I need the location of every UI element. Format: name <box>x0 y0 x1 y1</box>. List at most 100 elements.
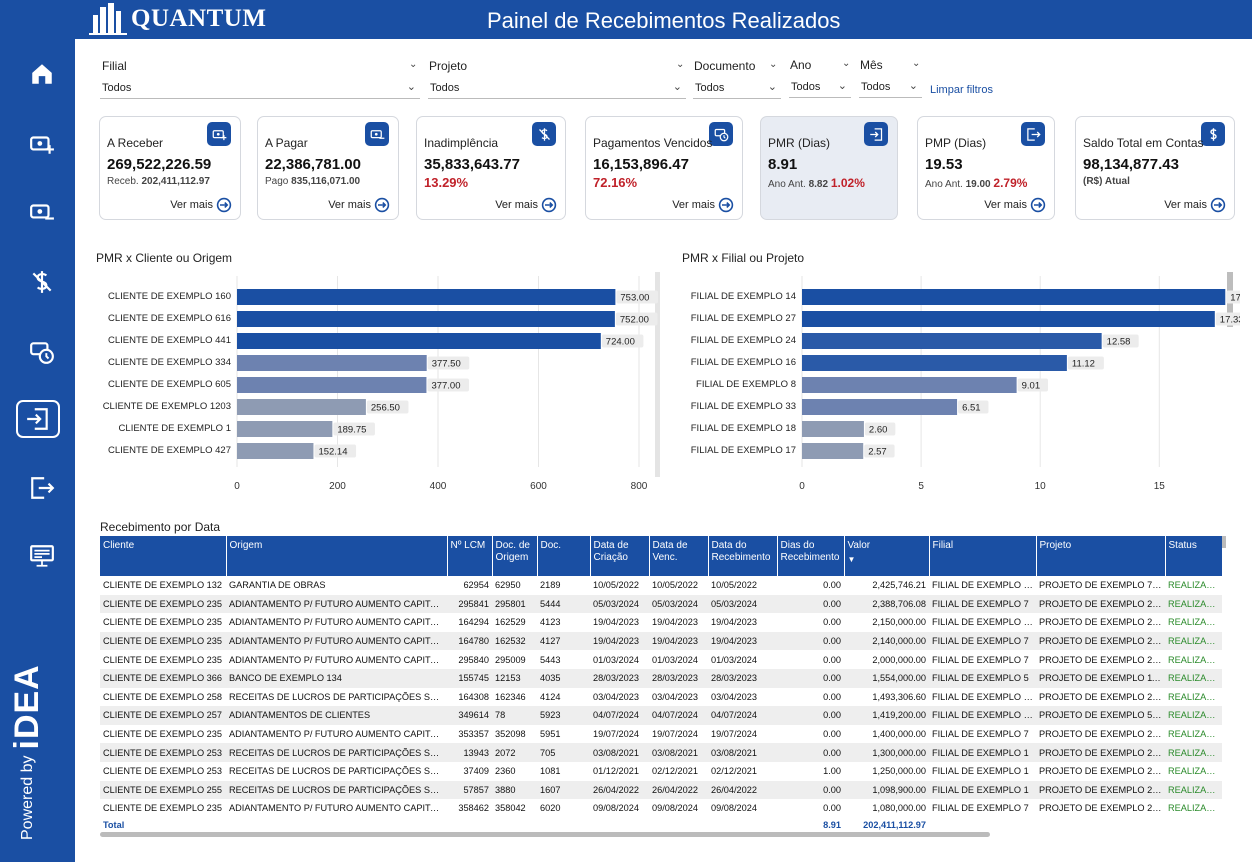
table-row[interactable]: CLIENTE DE EXEMPLO 235 ADIANTAMENTO P/ FU… <box>100 631 1222 651</box>
chevron-down-icon[interactable]: ⌄ <box>912 58 920 69</box>
bar[interactable] <box>237 421 333 437</box>
filter-mes-select[interactable]: Todos ⌄ <box>859 78 922 98</box>
data-label: 12.58 <box>1107 337 1131 348</box>
bar[interactable] <box>802 443 864 459</box>
balance-icon[interactable] <box>22 536 62 576</box>
table-row[interactable]: CLIENTE DE EXEMPLO 235 ADIANTAMENTO P/ FU… <box>100 725 1222 744</box>
filter-projeto-select[interactable]: Todos ⌄ <box>428 79 686 99</box>
table-row[interactable]: CLIENTE DE EXEMPLO 132 GARANTIA DE OBRAS 6… <box>100 576 1222 595</box>
bar[interactable] <box>237 333 601 349</box>
filter-ano-select[interactable]: Todos ⌄ <box>789 78 851 98</box>
overdue-icon[interactable] <box>22 332 62 372</box>
table-total-cell <box>929 817 1036 832</box>
column-header[interactable]: Nº LCM <box>447 536 493 576</box>
chevron-down-icon[interactable]: ⌄ <box>842 58 850 69</box>
table-row[interactable]: CLIENTE DE EXEMPLO 235 ADIANTAMENTO P/ FU… <box>100 650 1222 669</box>
arrow-circle-icon <box>216 197 232 213</box>
column-header[interactable]: Data do Recebimento <box>708 536 778 576</box>
table-row[interactable]: CLIENTE DE EXEMPLO 366 BANCO DE EXEMPLO 1… <box>100 668 1222 688</box>
bar[interactable] <box>802 377 1017 393</box>
bar[interactable] <box>802 399 958 415</box>
chevron-down-icon[interactable]: ⌄ <box>676 59 684 70</box>
card-sub: Ano Ant. 19.00 2.79% <box>925 176 1027 190</box>
table-cell: 78 <box>492 706 537 725</box>
default-icon[interactable] <box>22 262 62 302</box>
card-sub-label: Ano Ant. <box>925 179 963 190</box>
pmp-icon[interactable] <box>22 468 62 508</box>
chevron-down-icon[interactable]: ⌄ <box>769 59 777 70</box>
table-cell: 295841 <box>447 594 492 614</box>
column-header[interactable]: Valor ▼ <box>844 536 930 576</box>
table-row[interactable]: CLIENTE DE EXEMPLO 235 ADIANTAMENTO P/ FU… <box>100 594 1222 614</box>
card-sub: Receb. 202,411,112.97 <box>107 176 210 187</box>
column-header[interactable]: Filial <box>929 536 1037 576</box>
table-cell: 155745 <box>447 668 492 688</box>
column-header[interactable]: Dias do Recebimento <box>777 536 845 576</box>
bar[interactable] <box>802 333 1102 349</box>
ver-mais-link[interactable]: Ver mais <box>984 197 1046 213</box>
filter-documento-select[interactable]: Todos ⌄ <box>693 79 781 99</box>
table-vscroll[interactable] <box>1222 536 1226 548</box>
table-cell: REALIZADO <box>1168 729 1221 740</box>
card-a-pagar[interactable]: A Pagar 22,386,781.00 Pago 835,116,071.0… <box>257 116 399 220</box>
bar[interactable] <box>802 355 1067 371</box>
clear-filters-link[interactable]: Limpar filtros <box>930 84 993 96</box>
column-header[interactable]: Doc. de Origem <box>492 536 538 576</box>
pmr-icon[interactable] <box>16 400 60 438</box>
column-header[interactable]: Status <box>1165 536 1222 576</box>
card-inadimplencia[interactable]: Inadimplência 35,833,643.77 13.29% Ver m… <box>416 116 566 220</box>
x-tick-label: 10 <box>1035 481 1047 492</box>
payable-icon[interactable] <box>22 192 62 232</box>
table-row[interactable]: CLIENTE DE EXEMPLO 258 RECEITAS DE LUCROS… <box>100 688 1222 707</box>
table-row[interactable]: CLIENTE DE EXEMPLO 235 ADIANTAMENTO P/ FU… <box>100 613 1222 632</box>
bar[interactable] <box>802 421 864 437</box>
table-hscroll[interactable] <box>100 832 990 837</box>
card-pmr[interactable]: PMR (Dias) 8.91 Ano Ant. 8.82 1.02% <box>760 116 898 220</box>
table-cell: 4123 <box>540 617 561 628</box>
table-cell: 04/07/2024 <box>649 706 708 725</box>
bar[interactable] <box>237 377 427 393</box>
card-pagamentos-vencidos[interactable]: Pagamentos Vencidos 16,153,896.47 72.16%… <box>585 116 743 220</box>
table-cell: FILIAL DE EXEMPLO 22 <box>929 706 1036 725</box>
home-icon[interactable] <box>22 54 62 94</box>
data-label: 152.14 <box>318 447 347 458</box>
data-label: 11.12 <box>1072 359 1095 370</box>
table-row[interactable]: CLIENTE DE EXEMPLO 253 RECEITAS DE LUCROS… <box>100 743 1222 762</box>
card-saldo-total[interactable]: Saldo Total em Contas 98,134,877.43 (R$)… <box>1075 116 1235 220</box>
bar[interactable] <box>237 289 616 305</box>
chevron-down-icon[interactable]: ⌄ <box>409 59 417 70</box>
bar[interactable] <box>237 443 314 459</box>
chart-right-title: PMR x Filial ou Projeto <box>682 251 805 265</box>
column-header[interactable]: Cliente <box>100 536 227 576</box>
column-header[interactable]: Data de Criação <box>590 536 650 576</box>
data-label: 6.51 <box>962 403 981 414</box>
column-header[interactable]: Projeto <box>1036 536 1166 576</box>
table-cell: REALIZADO <box>1165 743 1222 762</box>
column-header[interactable]: Data de Venc. <box>649 536 709 576</box>
bar[interactable] <box>802 311 1215 327</box>
ver-mais-link[interactable]: Ver mais <box>1164 197 1226 213</box>
card-sub-value: 202,411,112.97 <box>141 176 210 187</box>
card-a-receber[interactable]: A Receber 269,522,226.59 Receb. 202,411,… <box>99 116 241 220</box>
table-row[interactable]: CLIENTE DE EXEMPLO 255 RECEITAS DE LUCROS… <box>100 780 1222 800</box>
table-cell: PROJETO DE EXEMPLO 250 <box>1039 654 1163 665</box>
column-header[interactable]: Doc. <box>537 536 591 576</box>
receivable-icon[interactable] <box>22 124 62 164</box>
table-cell: 01/03/2024 <box>652 654 698 665</box>
bar[interactable] <box>237 399 366 415</box>
sort-desc-icon[interactable]: ▼ <box>848 554 926 566</box>
ver-mais-link[interactable]: Ver mais <box>672 197 734 213</box>
table-row[interactable]: CLIENTE DE EXEMPLO 257 ADIANTAMENTOS DE C… <box>100 706 1222 725</box>
table-cell: FILIAL DE EXEMPLO 5 <box>929 668 1036 688</box>
ver-mais-link[interactable]: Ver mais <box>328 197 390 213</box>
bar[interactable] <box>237 311 615 327</box>
table-row[interactable]: CLIENTE DE EXEMPLO 253 RECEITAS DE LUCROS… <box>100 762 1222 781</box>
column-header[interactable]: Origem <box>226 536 448 576</box>
ver-mais-link[interactable]: Ver mais <box>495 197 557 213</box>
ver-mais-link[interactable]: Ver mais <box>170 197 232 213</box>
bar[interactable] <box>802 289 1226 305</box>
bar[interactable] <box>237 355 427 371</box>
card-pmp[interactable]: PMP (Dias) 19.53 Ano Ant. 19.00 2.79% Ve… <box>917 116 1055 220</box>
table-row[interactable]: CLIENTE DE EXEMPLO 235 ADIANTAMENTO P/ FU… <box>100 799 1222 818</box>
filter-filial-select[interactable]: Todos ⌄ <box>100 79 420 99</box>
